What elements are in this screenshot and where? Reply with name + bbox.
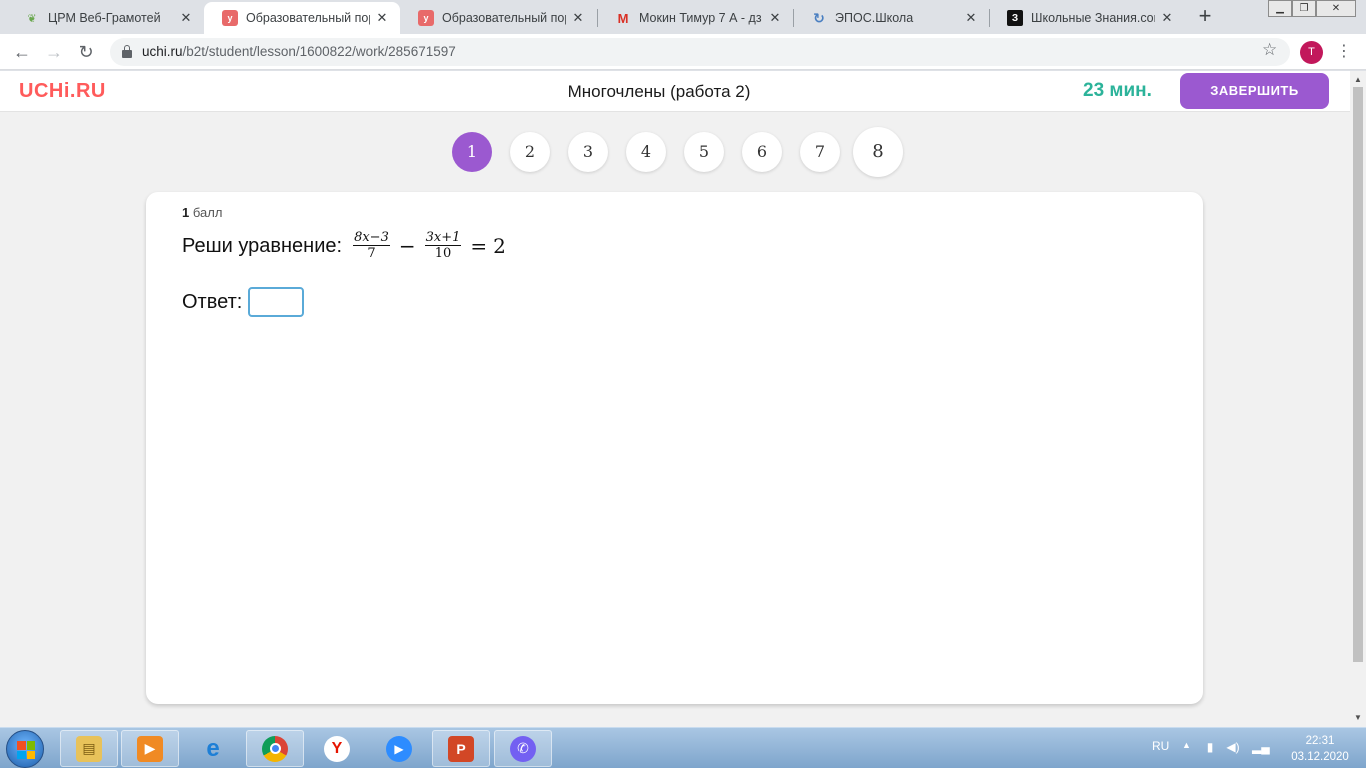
lock-icon: [122, 45, 132, 58]
close-icon[interactable]: ✕: [570, 10, 586, 26]
tab-title: ЭПОС.Школа: [835, 11, 914, 25]
browser-tab-strip: ❦ ЦРМ Веб-Грамотей ✕ у Образовательный п…: [0, 0, 1366, 34]
windows-logo-icon: [17, 741, 35, 759]
page-button-7[interactable]: 7: [800, 132, 840, 172]
page-button-2[interactable]: 2: [510, 132, 550, 172]
zoom-icon[interactable]: ▶: [370, 730, 428, 767]
right-hand-side: 2: [493, 234, 506, 258]
back-icon[interactable]: ←: [10, 40, 34, 64]
chrome-icon[interactable]: [246, 730, 304, 767]
task-prompt: Реши уравнение:: [182, 234, 343, 257]
url-text: uchi.ru/b2t/student/lesson/1600822/work/…: [142, 44, 456, 59]
tab-gmail[interactable]: M Мокин Тимур 7 А - дз п ✕: [597, 2, 793, 34]
site-header: UCHi.RU Многочлены (работа 2) 23 мин. ЗА…: [0, 71, 1350, 112]
system-clock[interactable]: 22:31 03.12.2020: [1290, 733, 1350, 765]
minus-sign: −: [398, 234, 416, 258]
tab-title: Школьные Знания.com: [1031, 11, 1155, 25]
score-unit: балл: [192, 205, 223, 220]
tab-title: Образовательный порт: [246, 11, 370, 25]
znania-icon: З: [1007, 10, 1023, 26]
page-button-3[interactable]: 3: [568, 132, 608, 172]
language-indicator[interactable]: RU: [1152, 739, 1169, 753]
tab-znania[interactable]: З Школьные Знания.com ✕: [989, 2, 1185, 34]
url-host: uchi.ru: [142, 44, 183, 59]
close-icon[interactable]: ✕: [767, 10, 783, 26]
reload-icon[interactable]: ↻: [74, 40, 98, 64]
task-pager: 1 2 3 4 5 6 7 8: [0, 127, 1350, 182]
fraction-1: 8x−3 7: [353, 230, 390, 262]
network-icon[interactable]: ▂▄: [1252, 740, 1270, 754]
close-icon[interactable]: ✕: [178, 10, 194, 26]
answer-label: Ответ:: [182, 290, 243, 313]
finish-button[interactable]: ЗАВЕРШИТЬ: [1180, 73, 1329, 109]
tab-uchi-active[interactable]: у Образовательный порт ✕: [204, 2, 400, 34]
volume-icon[interactable]: ◀): [1226, 740, 1240, 754]
page-button-6[interactable]: 6: [742, 132, 782, 172]
clock-time: 22:31: [1305, 735, 1335, 747]
media-player-icon[interactable]: ▶: [121, 730, 179, 767]
timer: 23 мин.: [1083, 80, 1152, 101]
tab-title: Образовательный порт: [442, 11, 566, 25]
fraction-2-denominator: 10: [434, 246, 452, 261]
menu-dots-icon[interactable]: ⋮: [1336, 42, 1352, 62]
restore-button[interactable]: ❐: [1292, 0, 1316, 17]
tab-uchi-2[interactable]: у Образовательный порт ✕: [400, 2, 596, 34]
ie-icon[interactable]: e: [184, 730, 242, 767]
url-path: /b2t/student/lesson/1600822/work/2856715…: [182, 44, 456, 59]
tab-title: Мокин Тимур 7 А - дз п: [639, 11, 763, 25]
close-icon[interactable]: ✕: [963, 10, 979, 26]
gmail-icon: M: [617, 10, 629, 26]
page-scrollbar[interactable]: ▲ ▼: [1350, 71, 1366, 727]
score-label: 1 балл: [182, 205, 222, 220]
forward-icon[interactable]: →: [42, 40, 66, 64]
minimize-button[interactable]: ▁: [1268, 0, 1292, 17]
browser-toolbar: ← → ↻ uchi.ru/b2t/student/lesson/1600822…: [0, 34, 1366, 70]
task-card: 1 балл Реши уравнение: 8x−3 7 − 3x+1 10 …: [146, 192, 1203, 704]
equals-sign: =: [470, 234, 488, 258]
tab-epos[interactable]: ↻ ЭПОС.Школа ✕: [793, 2, 989, 34]
fraction-1-numerator: 8x−3: [353, 230, 390, 246]
fraction-2: 3x+1 10: [424, 230, 462, 262]
window-controls: ▁ ❐ ✕: [1268, 0, 1356, 18]
windows-taskbar: ▤ ▶ e Y ▶ P ✆ RU ▲ ▮ ◀) ▂▄ 22:31 03.12.2…: [0, 727, 1366, 768]
scroll-down-icon[interactable]: ▼: [1354, 713, 1362, 722]
new-tab-button[interactable]: +: [1194, 5, 1216, 28]
green-leaf-icon: ❦: [27, 12, 37, 25]
uchi-icon: у: [418, 10, 434, 26]
fraction-1-denominator: 7: [367, 246, 376, 261]
score-value: 1: [182, 205, 190, 220]
scroll-up-icon[interactable]: ▲: [1354, 75, 1362, 84]
start-button[interactable]: [6, 730, 44, 768]
fraction-2-numerator: 3x+1: [424, 230, 462, 246]
profile-avatar[interactable]: T: [1300, 41, 1323, 64]
page-button-8[interactable]: 8: [853, 127, 903, 177]
equation: 8x−3 7 − 3x+1 10 = 2: [350, 230, 512, 262]
address-bar[interactable]: uchi.ru/b2t/student/lesson/1600822/work/…: [110, 38, 1290, 66]
scroll-thumb[interactable]: [1353, 87, 1363, 662]
viber-icon[interactable]: ✆: [494, 730, 552, 767]
show-hidden-icons-icon[interactable]: ▲: [1182, 740, 1191, 750]
explorer-icon[interactable]: ▤: [60, 730, 118, 767]
close-icon[interactable]: ✕: [1159, 10, 1175, 26]
page-button-1[interactable]: 1: [452, 132, 492, 172]
epos-icon: ↻: [813, 9, 825, 26]
answer-input[interactable]: [248, 287, 305, 317]
powerpoint-icon[interactable]: P: [432, 730, 490, 767]
power-icon[interactable]: ▮: [1203, 740, 1217, 754]
page-button-4[interactable]: 4: [626, 132, 666, 172]
tab-title: ЦРМ Веб-Грамотей: [48, 11, 161, 25]
close-window-button[interactable]: ✕: [1316, 0, 1356, 17]
page-content: UCHi.RU Многочлены (работа 2) 23 мин. ЗА…: [0, 71, 1350, 727]
page-button-5[interactable]: 5: [684, 132, 724, 172]
bookmark-star-icon[interactable]: ☆: [1262, 40, 1277, 60]
task-statement: Реши уравнение: 8x−3 7 − 3x+1 10 = 2: [182, 230, 512, 262]
yandex-icon[interactable]: Y: [308, 730, 366, 767]
clock-date: 03.12.2020: [1291, 751, 1349, 763]
uchi-icon: у: [222, 10, 238, 26]
tab-crm-web-gramotey[interactable]: ❦ ЦРМ Веб-Грамотей ✕: [6, 2, 204, 34]
close-icon[interactable]: ✕: [374, 10, 390, 26]
answer-row: Ответ:: [182, 287, 305, 317]
